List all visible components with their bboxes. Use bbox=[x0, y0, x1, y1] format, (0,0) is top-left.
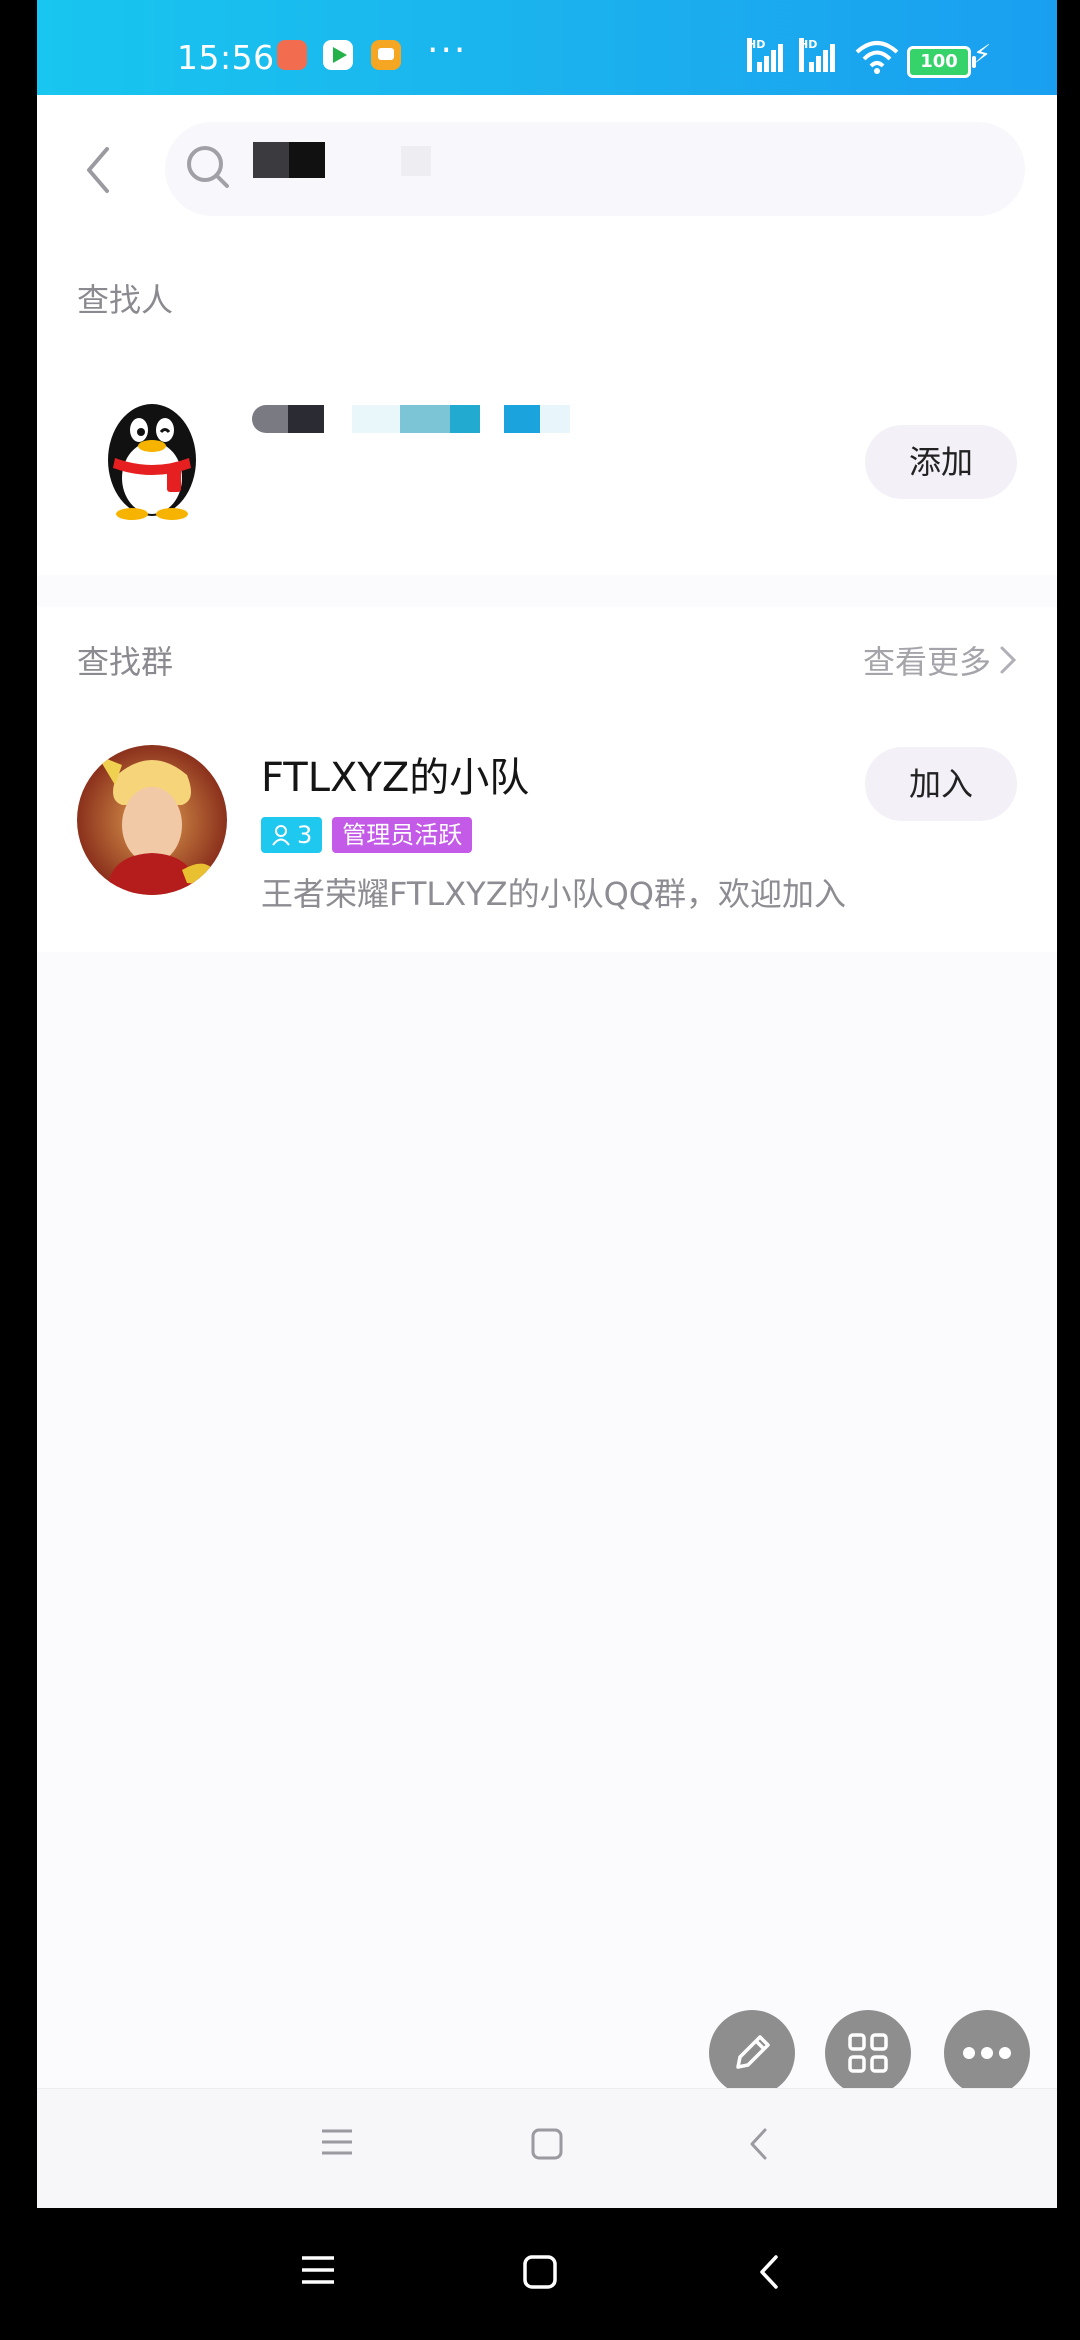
redacted-query bbox=[289, 142, 325, 178]
signal-icon: HD bbox=[799, 38, 839, 72]
add-friend-button[interactable]: 添加 bbox=[865, 425, 1017, 499]
app-navigation-bar bbox=[37, 2088, 1057, 2208]
home-icon[interactable] bbox=[530, 2127, 564, 2161]
charging-icon: ⚡ bbox=[973, 40, 992, 70]
status-bar: 15:56 ··· HD HD 100 ⚡ bbox=[37, 0, 1057, 95]
more-button[interactable] bbox=[944, 2010, 1030, 2096]
people-section: 查找人 添加 bbox=[37, 245, 1057, 575]
more-icon bbox=[963, 2047, 1011, 2059]
grid-icon bbox=[848, 2033, 888, 2073]
group-tags: 3 管理员活跃 bbox=[261, 817, 473, 853]
join-group-button[interactable]: 加入 bbox=[865, 747, 1017, 821]
search-icon bbox=[187, 146, 229, 188]
view-more-label: 查看更多 bbox=[862, 643, 991, 681]
admin-active-badge: 管理员活跃 bbox=[332, 817, 473, 853]
group-section: 查找群 查看更多 FTLXYZ的小队 3 管理员活跃 王者荣耀FTLXYZ的小队… bbox=[37, 607, 1057, 952]
back-nav-icon[interactable] bbox=[747, 2127, 771, 2161]
back-icon[interactable] bbox=[67, 135, 127, 205]
search-input[interactable] bbox=[165, 122, 1025, 216]
battery-icon: 100 bbox=[907, 46, 976, 78]
member-count-badge: 3 bbox=[261, 817, 323, 853]
group-section-title: 查找群 bbox=[77, 643, 174, 681]
signal-icon: HD bbox=[747, 38, 787, 72]
video-app-icon bbox=[323, 40, 353, 70]
more-notifications-icon: ··· bbox=[427, 30, 468, 71]
search-header bbox=[37, 95, 1057, 245]
apps-button[interactable] bbox=[825, 2010, 911, 2096]
group-avatar bbox=[77, 745, 227, 895]
member-count: 3 bbox=[297, 821, 313, 849]
home-icon[interactable] bbox=[522, 2254, 558, 2290]
qq-penguin-avatar[interactable] bbox=[97, 390, 207, 520]
redacted-query bbox=[401, 146, 431, 176]
notification-app-icon bbox=[277, 40, 307, 70]
back-nav-icon[interactable] bbox=[756, 2254, 782, 2290]
person-icon bbox=[272, 825, 290, 846]
people-section-title: 查找人 bbox=[77, 281, 174, 319]
redacted-query bbox=[253, 142, 289, 178]
group-description: 王者荣耀FTLXYZ的小队QQ群，欢迎加入 bbox=[261, 875, 846, 913]
message-app-icon bbox=[371, 40, 401, 70]
group-name: FTLXYZ的小队 bbox=[261, 755, 530, 801]
menu-icon[interactable] bbox=[300, 2254, 336, 2286]
menu-icon[interactable] bbox=[320, 2127, 354, 2157]
wifi-icon bbox=[855, 41, 899, 74]
view-more-link[interactable]: 查看更多 bbox=[863, 637, 1017, 683]
status-time: 15:56 bbox=[177, 38, 275, 77]
pencil-icon bbox=[736, 2035, 770, 2069]
system-navigation-bar bbox=[0, 2208, 1080, 2340]
edit-button[interactable] bbox=[709, 2010, 795, 2096]
chevron-right-icon bbox=[1000, 646, 1017, 674]
app-screen: 15:56 ··· HD HD 100 ⚡ 查找人 添加 查找群 查看更多 FT… bbox=[37, 0, 1057, 2208]
